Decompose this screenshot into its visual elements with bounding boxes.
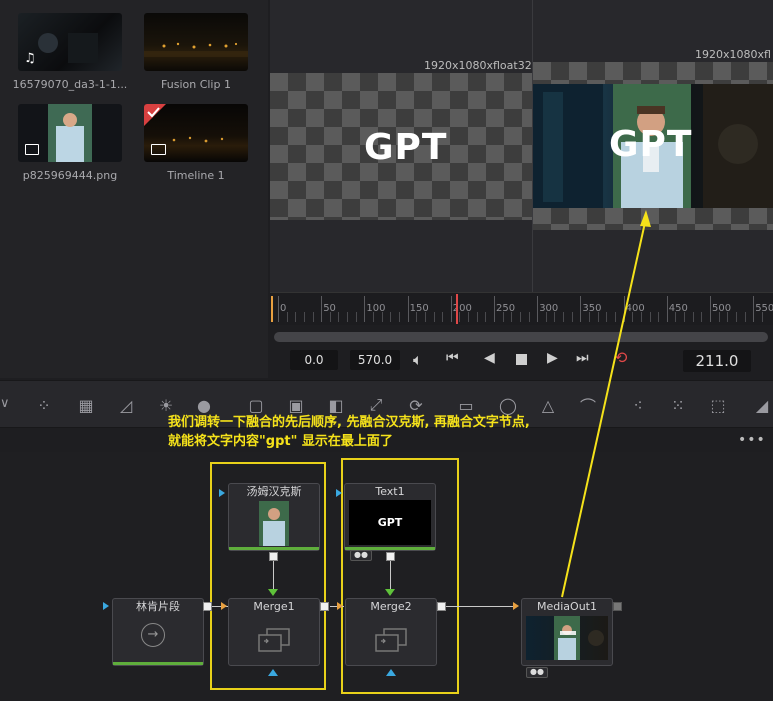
annotation-arrow [561,210,651,598]
